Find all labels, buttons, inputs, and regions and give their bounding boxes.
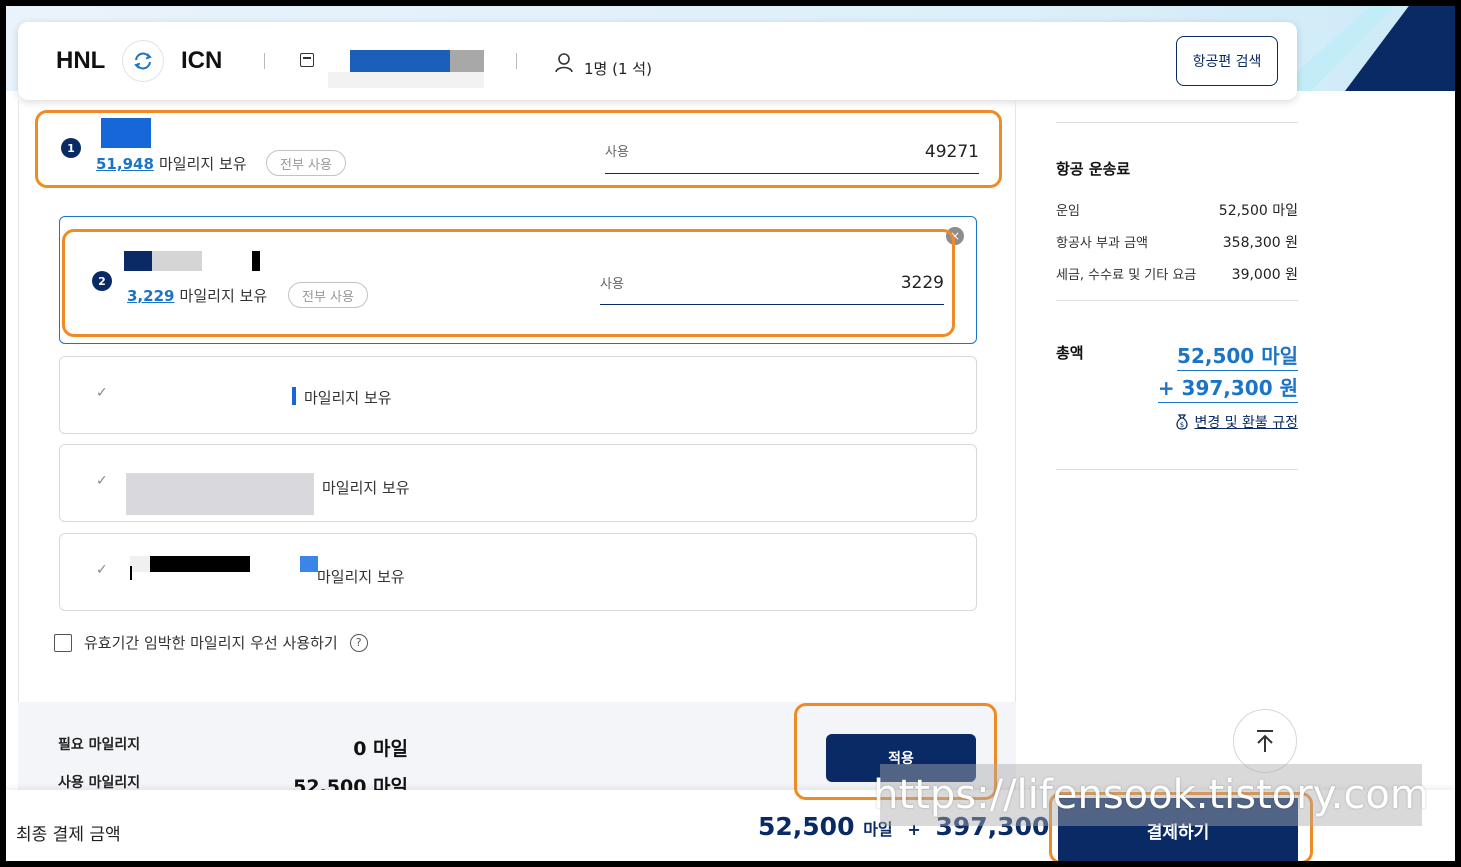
member-card-5[interactable]: ✓ 마일리지 보유 bbox=[59, 533, 977, 611]
swap-icon bbox=[134, 52, 152, 70]
flight-search-button[interactable]: 항공편 검색 bbox=[1176, 36, 1278, 86]
member-miles-link[interactable]: 3,229 bbox=[127, 287, 174, 305]
refund-policy-label[interactable]: 변경 및 환불 규정 bbox=[1194, 412, 1298, 432]
member-miles-suffix: 마일리지 보유 bbox=[317, 568, 405, 586]
member-miles-info: 3,229 마일리지 보유 bbox=[127, 285, 267, 306]
redacted-miles bbox=[300, 556, 318, 572]
check-icon: ✓ bbox=[96, 562, 108, 578]
fare-row: 항공사 부과 금액 358,300 원 bbox=[1056, 232, 1298, 252]
member-miles-suffix: 마일리지 보유 bbox=[158, 155, 247, 173]
watermark-text: https://lifensook.tistory.com bbox=[873, 764, 1429, 826]
member-index-badge: 1 bbox=[61, 138, 81, 158]
member-miles-info: 51,948 마일리지 보유 bbox=[96, 153, 247, 174]
fare-row-value: 39,000 원 bbox=[1231, 267, 1298, 283]
used-miles-label: 사용 마일리지 bbox=[58, 775, 141, 791]
person-icon bbox=[555, 53, 573, 73]
arrow-up-icon bbox=[1257, 730, 1273, 752]
divider bbox=[1056, 300, 1298, 301]
divider bbox=[516, 53, 517, 69]
fare-row-label: 항공사 부과 금액 bbox=[1056, 236, 1148, 251]
use-miles-input[interactable] bbox=[605, 136, 979, 174]
fare-title: 항공 운송료 bbox=[1056, 160, 1131, 178]
priority-checkbox[interactable] bbox=[54, 633, 72, 652]
fare-row-label: 세금, 수수료 및 기타 요금 bbox=[1056, 268, 1197, 283]
member-card-3[interactable]: ✓ 마일리지 보유 bbox=[59, 356, 977, 434]
required-miles-label: 필요 마일리지 bbox=[58, 737, 141, 753]
member-index-badge: 2 bbox=[92, 271, 112, 291]
svg-text:$: $ bbox=[1180, 421, 1184, 429]
flight-search-bar: HNL ICN 1명 (1 석) 항공편 검색 bbox=[18, 22, 1297, 100]
redacted-member-name bbox=[130, 556, 150, 572]
booking-page: HNL ICN 1명 (1 석) 항공편 검색 1 51,948 마일리지 보유… bbox=[6, 6, 1455, 861]
use-miles-input[interactable] bbox=[600, 267, 944, 305]
member-card-4[interactable]: ✓ 마일리지 보유 bbox=[59, 444, 977, 522]
calendar-icon bbox=[300, 53, 314, 67]
use-all-button[interactable]: 전부 사용 bbox=[266, 150, 346, 176]
member-miles-suffix: 마일리지 보유 bbox=[179, 287, 268, 305]
divider bbox=[264, 53, 265, 69]
priority-option-row: 유효기간 임박한 마일리지 우선 사용하기 ? bbox=[54, 632, 368, 653]
money-bag-icon: $ bbox=[1176, 414, 1189, 430]
redacted-member-name bbox=[126, 473, 314, 515]
redacted-member-name-part bbox=[252, 251, 260, 271]
member-miles-suffix: 마일리지 보유 bbox=[304, 389, 392, 407]
redacted-member-name-part bbox=[130, 566, 132, 580]
passenger-count[interactable]: 1명 (1 석) bbox=[584, 58, 652, 79]
final-miles: 52,500 bbox=[758, 812, 855, 841]
redacted-date[interactable] bbox=[350, 50, 450, 72]
fare-row-label: 운임 bbox=[1056, 204, 1080, 219]
fare-row-value: 52,500 마일 bbox=[1218, 203, 1298, 219]
divider bbox=[1056, 122, 1298, 123]
use-all-button[interactable]: 전부 사용 bbox=[288, 282, 368, 308]
help-icon[interactable]: ? bbox=[349, 633, 368, 652]
refund-policy-link[interactable]: $ 변경 및 환불 규정 bbox=[1174, 412, 1298, 432]
redacted-member-name-part bbox=[150, 556, 250, 572]
redacted-miles bbox=[292, 387, 296, 405]
swap-route-button[interactable] bbox=[122, 40, 164, 82]
redacted-date-part bbox=[450, 50, 484, 72]
member-miles-link[interactable]: 51,948 bbox=[96, 155, 154, 173]
redacted-member-name bbox=[124, 251, 152, 271]
check-icon: ✓ bbox=[96, 473, 108, 489]
redacted-member-name bbox=[101, 118, 151, 148]
origin-code[interactable]: HNL bbox=[56, 47, 105, 75]
fare-row: 운임 52,500 마일 bbox=[1056, 200, 1298, 220]
fare-row: 세금, 수수료 및 기타 요금 39,000 원 bbox=[1056, 264, 1298, 284]
required-miles-value: 0 마일 bbox=[353, 738, 408, 760]
total-label: 총액 bbox=[1056, 344, 1084, 362]
fare-row-value: 358,300 원 bbox=[1222, 235, 1298, 251]
member-miles-suffix: 마일리지 보유 bbox=[322, 479, 410, 497]
final-amount-label: 최종 결제 금액 bbox=[16, 825, 121, 845]
total-miles: 52,500 마일 bbox=[1177, 340, 1298, 371]
destination-code[interactable]: ICN bbox=[181, 47, 222, 75]
check-icon: ✓ bbox=[96, 385, 108, 401]
redacted-member-name-part bbox=[152, 251, 202, 271]
close-icon[interactable]: × bbox=[946, 227, 964, 245]
mileage-selection-panel: 1 51,948 마일리지 보유 전부 사용 사용 × 2 3,229 마일리지… bbox=[18, 100, 1016, 800]
member-card-1[interactable]: 1 51,948 마일리지 보유 전부 사용 사용 bbox=[41, 112, 991, 182]
total-won: + 397,300 원 bbox=[1157, 372, 1298, 403]
priority-option-label[interactable]: 유효기간 임박한 마일리지 우선 사용하기 bbox=[84, 632, 338, 653]
divider bbox=[1056, 469, 1298, 470]
redacted-date-part bbox=[328, 72, 484, 88]
member-card-2[interactable]: × 2 3,229 마일리지 보유 전부 사용 사용 bbox=[59, 216, 977, 344]
